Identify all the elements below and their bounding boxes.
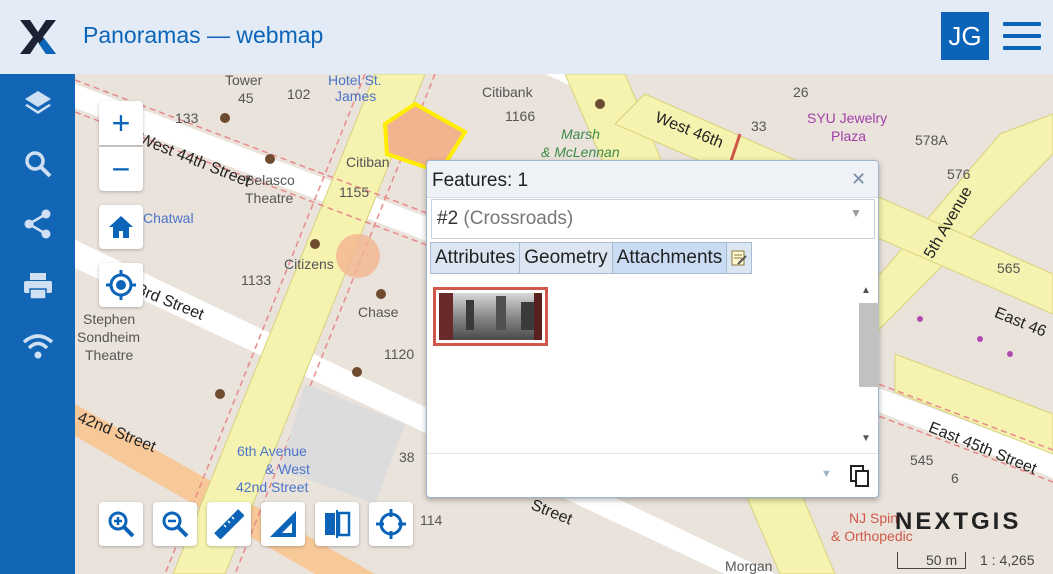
map-label: Stephen: [83, 311, 136, 327]
zoom-in-tool-button[interactable]: [99, 502, 143, 546]
swipe-icon: [325, 510, 351, 538]
sidebar: [0, 74, 75, 574]
home-button[interactable]: [99, 205, 143, 249]
map-label: 45: [238, 90, 254, 106]
scroll-thumb[interactable]: [859, 303, 879, 387]
map-label: Marsh: [561, 126, 600, 142]
zoom-out-button[interactable]: −: [99, 147, 143, 191]
plus-icon: +: [111, 105, 131, 141]
tab-attachments[interactable]: Attachments: [611, 242, 728, 274]
map-label: 1155: [339, 184, 370, 200]
map-label: 133: [175, 110, 199, 126]
scale-distance: 50 m: [897, 552, 967, 569]
nextgis-logo-icon[interactable]: [18, 16, 58, 56]
map-label: Hotel St.: [328, 74, 382, 88]
scroll-up-icon[interactable]: ▲: [861, 285, 871, 296]
map-label: 26: [793, 84, 809, 100]
angle-ruler-icon: [270, 511, 296, 537]
layers-icon[interactable]: [22, 88, 54, 120]
copy-icon[interactable]: [849, 464, 871, 488]
map-view[interactable]: Tower 45 102 Hotel St. James Citibank 11…: [75, 74, 1053, 574]
ruler-icon: [214, 509, 244, 539]
map-label: & West: [265, 461, 310, 477]
map-label: Citizens: [284, 256, 334, 272]
search-icon[interactable]: [22, 148, 54, 180]
map-label: 6: [951, 470, 959, 486]
hamburger-menu-icon[interactable]: [1003, 22, 1041, 50]
close-icon[interactable]: ✕: [851, 169, 866, 190]
map-label: 114: [420, 512, 443, 528]
map-label: Theatre: [245, 190, 294, 206]
feature-id: #2: [437, 208, 459, 229]
popup-footer: ▼: [427, 453, 878, 498]
popup-header: Features: 1 ✕: [427, 161, 878, 198]
measure-area-button[interactable]: [261, 502, 305, 546]
map-label: 576: [947, 166, 971, 182]
map-label: 33: [751, 118, 767, 134]
map-label: Chase: [358, 304, 399, 320]
feature-select[interactable]: #2 (Crossroads) ▼: [431, 199, 875, 239]
map-label: 42nd Street: [236, 479, 309, 495]
map-label: 545: [910, 452, 934, 468]
popup-title: Features: 1: [432, 170, 529, 191]
map-label: James: [335, 88, 377, 104]
map-label: Tower: [225, 74, 263, 88]
print-icon[interactable]: [22, 270, 54, 302]
map-label: Theatre: [85, 347, 134, 363]
map-label: Sondheim: [77, 329, 141, 345]
feature-name: (Crossroads): [463, 208, 574, 229]
map-label: Morgan: [725, 558, 773, 574]
map-label: Citibank: [482, 84, 533, 100]
identify-icon: [376, 509, 406, 539]
share-icon[interactable]: [22, 208, 54, 240]
popup-tabs: Attributes Geometry Attachments: [430, 242, 753, 274]
scale-ratio: 1 : 4,265: [980, 552, 1035, 568]
map-label: Citiban: [346, 154, 390, 170]
map-label: & McLennan: [541, 144, 620, 160]
measure-distance-button[interactable]: [207, 502, 251, 546]
tab-attributes[interactable]: Attributes: [430, 242, 521, 274]
minus-icon: −: [111, 151, 131, 187]
map-label: NJ Spin: [849, 510, 899, 526]
pane-scrollbar[interactable]: ▲ ▼: [857, 283, 879, 451]
map-label: Chatwal: [143, 210, 194, 226]
chevron-down-icon[interactable]: ▼: [821, 468, 832, 480]
map-label: 1133: [241, 272, 272, 288]
feature-popup: Features: 1 ✕ #2 (Crossroads) ▼ Attribut…: [426, 160, 879, 498]
zoom-in-icon: [108, 511, 135, 538]
chevron-down-icon[interactable]: ▼: [850, 206, 862, 220]
scroll-down-icon[interactable]: ▼: [861, 433, 871, 444]
panorama-image: [439, 293, 542, 340]
swipe-button[interactable]: [315, 502, 359, 546]
app-header: Panoramas — webmap JG: [0, 0, 1053, 74]
edit-note-icon: [731, 250, 748, 266]
locate-icon: [106, 270, 136, 300]
map-label: SYU Jewelry: [807, 110, 888, 126]
map-label: 565: [997, 260, 1021, 276]
app-title: Panoramas — webmap: [83, 22, 324, 48]
scale-line: 50 m: [897, 552, 967, 569]
zoom-out-icon: [162, 511, 189, 538]
zoom-out-tool-button[interactable]: [153, 502, 197, 546]
zoom-in-button[interactable]: +: [99, 101, 143, 145]
map-label: Plaza: [831, 128, 867, 144]
home-icon: [109, 216, 133, 238]
wifi-icon[interactable]: [22, 330, 54, 362]
locate-button[interactable]: [99, 263, 143, 307]
map-label: 6th Avenue: [237, 443, 307, 459]
tab-geometry[interactable]: Geometry: [519, 242, 613, 274]
identify-button[interactable]: [369, 502, 413, 546]
tab-description[interactable]: [726, 242, 753, 274]
attachment-thumbnail[interactable]: [433, 287, 548, 346]
user-avatar[interactable]: JG: [941, 12, 989, 60]
map-label: 1120: [384, 346, 415, 362]
attachments-pane: ▲ ▼: [431, 283, 879, 451]
nextgis-brand: NEXTGIS: [895, 508, 1022, 535]
map-label: 38: [399, 449, 415, 465]
map-label: 1166: [505, 108, 536, 124]
map-label: 102: [287, 86, 311, 102]
map-label: 578A: [915, 132, 948, 148]
